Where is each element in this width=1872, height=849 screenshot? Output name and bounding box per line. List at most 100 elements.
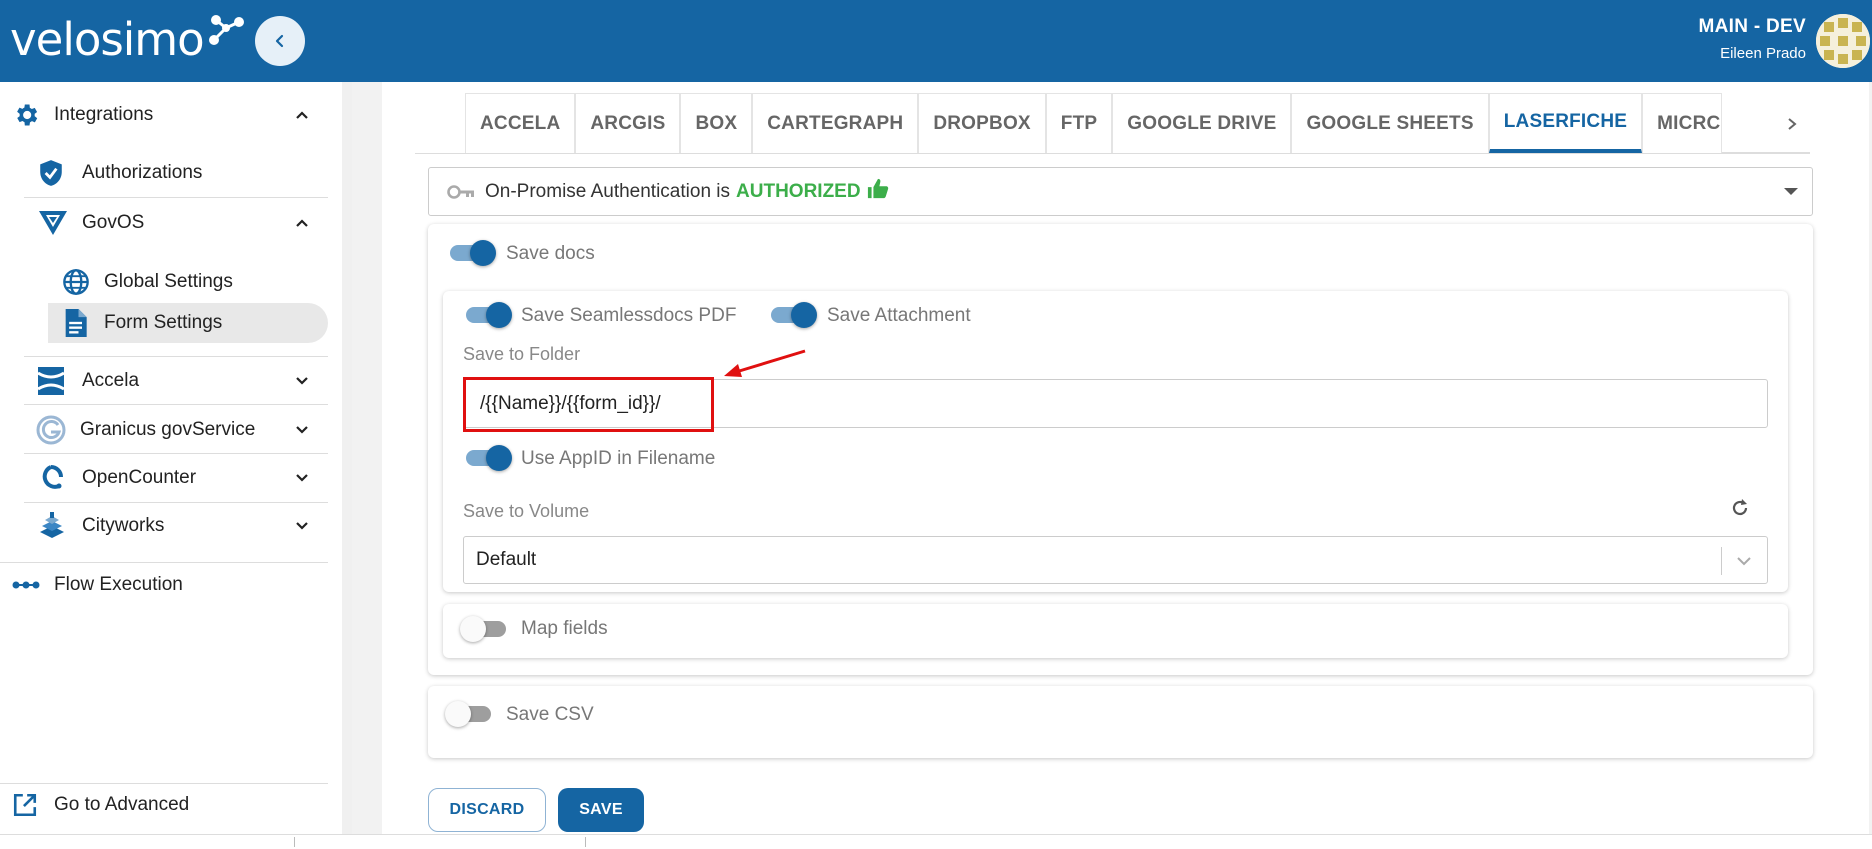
avatar[interactable] [1816,14,1870,68]
tab-accela[interactable]: ACCELA [465,93,576,153]
integration-tabs: ACCELA ARCGIS BOX CARTEGRAPH DROPBOX FTP… [465,93,1810,153]
map-fields-toggle[interactable] [460,616,508,642]
select-separator [1721,547,1722,575]
sidebar-divider [24,356,328,357]
annotation-arrow-icon [724,349,806,377]
sidebar-item-label: Accela [82,370,140,391]
tab-cartegraph[interactable]: CARTEGRAPH [752,93,919,153]
tab-dropbox[interactable]: DROPBOX [918,93,1046,153]
save-pdf-label: Save Seamlessdocs PDF [521,305,737,326]
sidebar-item-form-settings[interactable]: Form Settings [62,306,322,340]
tab-google-sheets[interactable]: GOOGLE SHEETS [1291,93,1489,153]
chevron-up-icon [292,105,312,125]
user-name: Eileen Prado [1720,45,1806,62]
external-link-icon [13,793,37,817]
save-csv-label: Save CSV [506,704,594,725]
tabs-scroll-right-button[interactable] [1780,112,1804,136]
save-button[interactable]: SAVE [558,788,644,832]
save-csv-toggle[interactable] [445,701,493,727]
sidebar-divider [24,404,328,405]
tab-arcgis[interactable]: ARCGIS [575,93,681,153]
save-attachment-toggle[interactable] [769,302,817,328]
sidebar-item-label: OpenCounter [82,467,197,488]
sidebar-item-opencounter[interactable]: OpenCounter [38,461,312,495]
sidebar-item-govos[interactable]: GovOS [38,206,312,240]
globe-icon [63,269,89,295]
gear-icon [17,104,38,126]
save-seamlessdocs-pdf-toggle[interactable] [464,302,512,328]
shield-check-icon [40,160,62,186]
go-to-advanced-link[interactable]: Go to Advanced [12,788,312,822]
bottom-status-strip [0,834,1872,849]
save-docs-toggle[interactable] [448,240,496,266]
sidebar-item-label: Integrations [54,104,154,125]
sidebar-divider [24,453,328,454]
sidebar-item-label: Form Settings [104,312,223,333]
authentication-status-dropdown[interactable]: On-Promise Authentication is AUTHORIZED [428,167,1813,216]
sidebar-divider [0,562,328,563]
save-to-folder-label: Save to Folder [463,344,581,364]
cityworks-logo-icon [40,512,64,538]
granicus-logo-icon [36,415,66,445]
opencounter-logo-icon [42,465,63,489]
chevron-down-icon [292,371,312,391]
sidebar-item-label: Flow Execution [54,574,183,595]
annotation-highlight-box [463,377,714,432]
volume-selected-value: Default [476,549,537,570]
sidebar-item-flow-execution[interactable]: Flow Execution [12,568,312,602]
sidebar: Integrations Authorizations GovOS Global… [0,82,342,834]
chevron-down-icon [292,516,312,536]
chevron-left-icon [275,34,284,48]
map-fields-label: Map fields [521,618,608,639]
auth-label: On-Promise Authentication is [485,180,731,202]
sidebar-item-label: GovOS [82,212,145,233]
tab-laserfiche[interactable]: LASERFICHE [1488,93,1643,153]
toggle-knob [791,302,817,328]
save-docs-label: Save docs [506,243,595,264]
tab-ftp[interactable]: FTP [1045,93,1113,153]
sidebar-item-label: Global Settings [104,271,233,292]
tab-box[interactable]: BOX [680,93,753,153]
velosimo-logo[interactable]: velosimo [10,10,244,70]
save-to-volume-select[interactable]: Default [463,536,1768,584]
document-icon [65,309,87,337]
toggle-knob [445,701,471,727]
sidebar-item-label: Cityworks [82,515,165,536]
environment-info: MAIN - DEV Eileen Prado [1699,16,1807,62]
auth-status: AUTHORIZED [736,180,861,202]
sidebar-item-cityworks[interactable]: Cityworks [38,509,312,543]
strip-divider [294,837,295,847]
discard-button[interactable]: DISCARD [428,788,546,832]
sidebar-item-granicus[interactable]: Granicus govService [36,413,312,447]
accela-logo-icon [38,367,64,395]
collapse-sidebar-button[interactable] [255,16,305,66]
sidebar-scrollbar[interactable] [342,82,352,834]
tab-microsoft[interactable]: MICRC [1642,93,1723,153]
caret-down-icon [1784,188,1798,195]
thumbs-up-icon [867,178,888,198]
strip-divider [585,837,586,847]
sidebar-item-label: Granicus govService [80,419,256,440]
key-icon [447,184,474,199]
toggle-knob [486,445,512,471]
chevron-down-icon [1737,557,1751,566]
sidebar-item-accela[interactable]: Accela [38,364,312,398]
sidebar-divider [24,502,328,503]
sidebar-item-integrations[interactable]: Integrations [12,98,312,132]
sidebar-item-global-settings[interactable]: Global Settings [62,265,322,299]
environment-name: MAIN - DEV [1698,16,1806,37]
brand-name: velosimo [10,13,205,66]
refresh-icon[interactable] [1730,498,1750,518]
sidebar-item-authorizations[interactable]: Authorizations [38,156,328,190]
tab-google-drive[interactable]: GOOGLE DRIVE [1112,93,1292,153]
logo-dots-icon [209,15,244,45]
use-appid-toggle[interactable] [464,445,512,471]
sidebar-divider [24,197,328,198]
flow-dots-icon [12,581,40,589]
govos-logo-icon [39,211,67,235]
sidebar-divider [0,783,328,784]
toggle-knob [486,302,512,328]
avatar-pattern-icon [1816,14,1870,68]
toggle-knob [470,240,496,266]
use-appid-label: Use AppID in Filename [521,448,716,469]
